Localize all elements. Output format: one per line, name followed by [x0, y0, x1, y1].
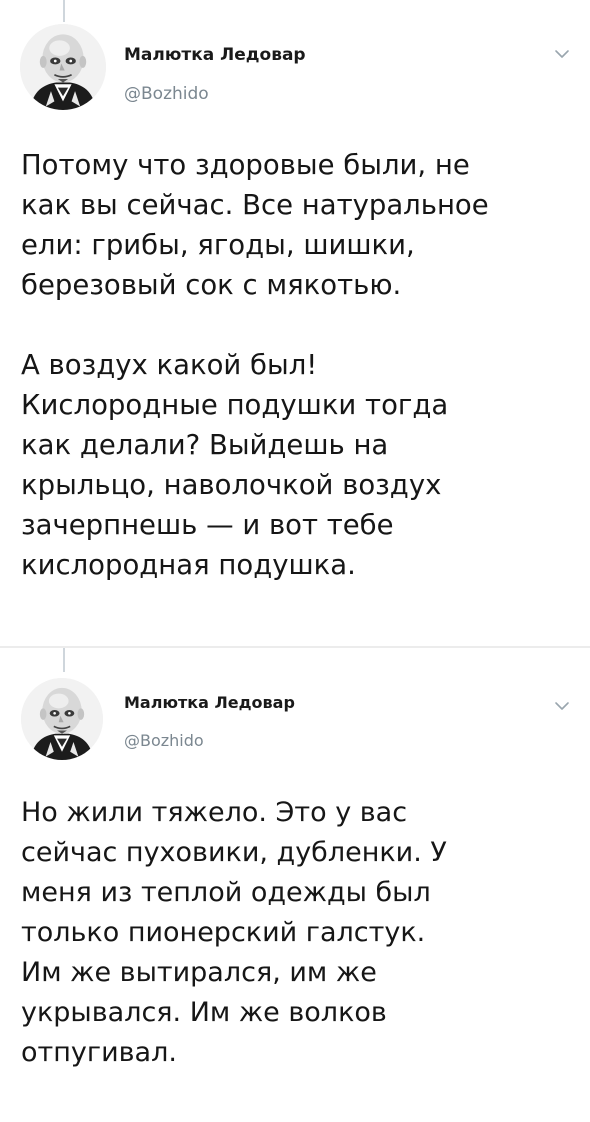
- tweet-text: Но жили тяжело. Это у вас сейчас пуховик…: [21, 793, 581, 1073]
- tweet-text-line: укрывался. Им же волков: [21, 997, 387, 1028]
- thread-connector-line: [63, 0, 65, 22]
- tweet-text-line: как делали? Выйдешь на: [21, 429, 389, 461]
- tweet-text-line: зачерпнешь — и вот тебе: [21, 509, 394, 541]
- tweet-text-line: только пионерский галстук.: [21, 917, 426, 948]
- tweet-text-line: кислородная подушка.: [21, 549, 356, 581]
- tweet-text-line: Им же вытирался, им же: [21, 957, 377, 988]
- tweet-text-line: отпугивал.: [21, 1037, 177, 1068]
- author-handle[interactable]: @Bozhido: [124, 84, 209, 104]
- bald-man-portrait-icon: [20, 24, 106, 110]
- avatar[interactable]: [20, 24, 106, 110]
- tweet-text-line: А воздух какой был!: [21, 349, 318, 381]
- chevron-down-icon[interactable]: [554, 700, 570, 712]
- tweet-text-line: как вы сейчас. Все натуральное: [21, 189, 489, 221]
- avatar[interactable]: [21, 678, 103, 760]
- tweet-text-line: ели: грибы, ягоды, шишки,: [21, 229, 415, 261]
- bald-man-portrait-icon: [21, 678, 103, 760]
- tweet-text-line: крыльцо, наволочкой воздух: [21, 469, 442, 501]
- author-handle[interactable]: @Bozhido: [124, 731, 204, 750]
- tweet[interactable]: Малютка Ледовар @Bozhido Но жили тяжело.…: [0, 648, 590, 1122]
- thread-connector-line: [63, 648, 65, 672]
- tweet-text-line: Кислородные подушки тогда: [21, 389, 449, 421]
- author-name[interactable]: Малютка Ледовар: [124, 45, 306, 65]
- tweet-text-line: меня из теплой одежды был: [21, 877, 431, 908]
- tweet-text-line: Но жили тяжело. Это у вас: [21, 797, 408, 828]
- tweet-text-line: березовый сок с мякотью.: [21, 269, 402, 301]
- tweet-text-line: Потому что здоровые были, не: [21, 149, 470, 181]
- tweet-text: Потому что здоровые были, не как вы сейч…: [21, 145, 581, 585]
- chevron-down-icon[interactable]: [554, 48, 570, 60]
- author-name[interactable]: Малютка Ледовар: [124, 693, 295, 712]
- tweet-text-line: сейчас пуховики, дубленки. У: [21, 837, 447, 868]
- tweet[interactable]: Малютка Ледовар @Bozhido Потому что здор…: [0, 0, 590, 646]
